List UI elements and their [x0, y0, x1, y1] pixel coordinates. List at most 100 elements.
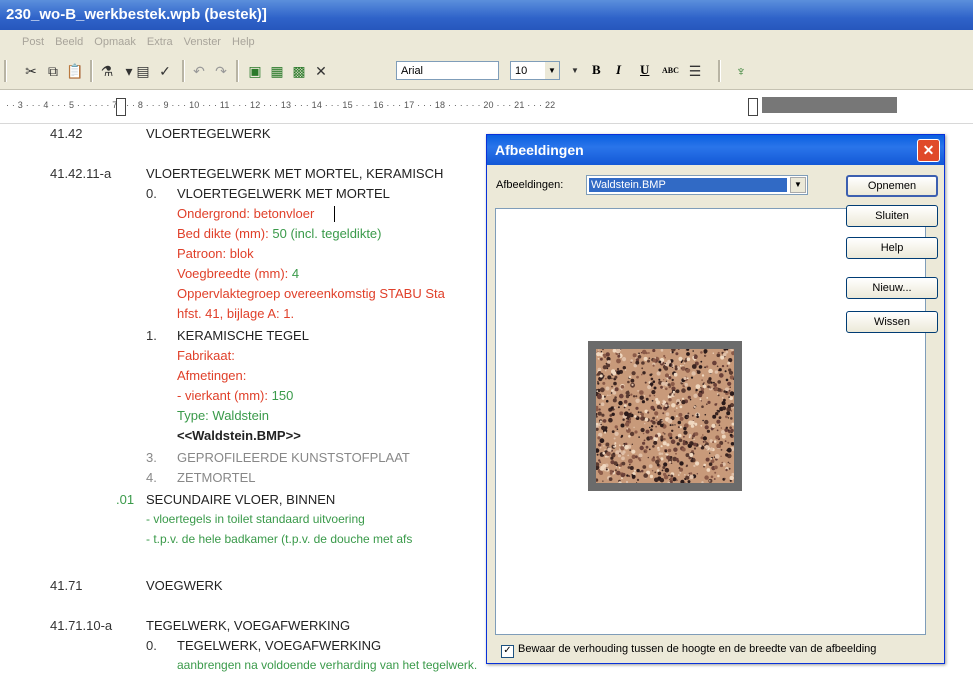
menu-opmaak[interactable]: Opmaak [94, 36, 136, 48]
abc-button[interactable]: ABC [662, 66, 679, 75]
section-number: 41.42 [50, 126, 83, 141]
window-title: 230_wo-B_werkbestek.wpb (bestek)] [6, 6, 267, 23]
toolbar-separator [182, 60, 185, 82]
section-heading: VOEGWERK [146, 578, 223, 593]
ruler-margin [762, 97, 897, 113]
bullet-list-icon[interactable]: ☰ [686, 61, 704, 81]
image-preview [495, 208, 926, 635]
spec-line: hfst. 41, bijlage A: 1. [177, 306, 295, 321]
document-icon[interactable]: ▤ [134, 61, 152, 81]
undo-icon[interactable]: ↶ [190, 61, 208, 81]
toolbar-separator [90, 60, 93, 82]
spec-line: Type: Waldstein [177, 408, 270, 423]
images-dialog: Afbeeldingen ✕ Afbeeldingen: Waldstein.B… [486, 134, 945, 664]
chevron-down-icon: ▼ [545, 62, 559, 79]
redo-icon[interactable]: ↷ [212, 61, 230, 81]
help-button[interactable]: Help [846, 237, 938, 259]
format-painter-icon[interactable]: ⚗ [98, 61, 116, 81]
spec-line: aanbrengen na voldoende verharding van h… [177, 658, 478, 672]
section-number: 41.71 [50, 578, 83, 593]
delete-icon[interactable]: ✕ [312, 61, 330, 81]
spellcheck-icon[interactable]: ✓ [156, 61, 174, 81]
spec-line: Bed dikte (mm): 50 (incl. tegeldikte) [177, 226, 382, 241]
spec-key: Voegbreedte (mm): [177, 266, 289, 281]
toolbar-separator [718, 60, 721, 82]
item-number: 1. [146, 328, 157, 343]
section-heading: VLOERTEGELWERK [146, 126, 271, 141]
spec-line: Voegbreedte (mm): 4 [177, 266, 299, 281]
italic-button[interactable]: I [616, 62, 621, 78]
item-heading: KERAMISCHE TEGEL [177, 328, 309, 343]
chevron-down-icon[interactable]: ▼ [566, 61, 584, 81]
font-name: Arial [401, 65, 424, 77]
nieuw-button[interactable]: Nieuw... [846, 277, 938, 299]
variant-heading: SECUNDAIRE VLOER, BINNEN [146, 492, 336, 507]
menu-help[interactable]: Help [232, 36, 255, 48]
cut-icon[interactable]: ✂ [22, 61, 40, 81]
selected-image: Waldstein.BMP [589, 178, 787, 192]
underline-button[interactable]: U [640, 62, 649, 78]
menu-venster[interactable]: Venster [184, 36, 221, 48]
bold-button[interactable]: B [592, 62, 601, 78]
item-number: 0. [146, 186, 157, 201]
menu-bar: Post Beeld Opmaak Extra Venster Help [0, 30, 973, 54]
section-number-text: 41.42.11-a [50, 166, 112, 181]
item-heading: TEGELWERK, VOEGAFWERKING [177, 638, 382, 653]
section-heading: TEGELWERK, VOEGAFWERKING [146, 618, 351, 633]
insert-99-icon[interactable]: ▦ [268, 61, 286, 81]
spec-line: Patroon: blok [177, 246, 254, 261]
spec-value: 150 [271, 388, 294, 403]
close-icon[interactable]: ✕ [917, 139, 940, 162]
item-number: 0. [146, 638, 157, 653]
images-label: Afbeeldingen: [496, 179, 564, 191]
pin-icon[interactable]: ♆ [732, 61, 750, 81]
images-select[interactable]: Waldstein.BMP ▼ [586, 175, 808, 195]
sluiten-button[interactable]: Sluiten [846, 205, 938, 227]
variant-line: - t.p.v. de hele badkamer (t.p.v. de dou… [146, 532, 413, 546]
toolbar: ✂ ⧉ 📋 ⚗ ▾ ▤ ✓ ↶ ↷ ▣ ▦ ▩ ✕ Arial 10 ▼ ▼ B … [0, 54, 973, 90]
toolbar-grip [4, 60, 7, 82]
menu-post[interactable]: Post [22, 36, 44, 48]
font-size-select[interactable]: 10 ▼ [510, 61, 560, 80]
variant-number: .01 [116, 492, 135, 507]
item-heading: GEPROFILEERDE KUNSTSTOFPLAAT [177, 450, 410, 465]
item-number: 4. [146, 470, 157, 485]
menu-beeld[interactable]: Beeld [55, 36, 83, 48]
dialog-title-bar: Afbeeldingen [487, 135, 944, 165]
image-reference: <<Waldstein.BMP>> [177, 428, 301, 443]
item-heading: ZETMORTEL [177, 470, 256, 485]
chevron-down-icon[interactable]: ▼ [790, 177, 806, 193]
dialog-title: Afbeeldingen [495, 142, 584, 158]
toolbar-separator [236, 60, 239, 82]
insert-block-icon[interactable]: ▣ [246, 61, 264, 81]
wissen-button[interactable]: Wissen [846, 311, 938, 333]
spec-line: Ondergrond: betonvloer [177, 206, 315, 221]
window-title-bar: 230_wo-B_werkbestek.wpb (bestek)] [0, 0, 973, 30]
font-size: 10 [515, 65, 528, 77]
spec-line: Afmetingen: [177, 368, 247, 383]
item-heading: VLOERTEGELWERK MET MORTEL [177, 186, 390, 201]
ruler[interactable]: · · 3 · · · 4 · · · 5 · · · · · · 7 · · … [0, 91, 973, 124]
keep-ratio-checkbox[interactable]: ✓ [501, 645, 514, 658]
text-cursor [334, 206, 335, 222]
section-number: 41.71.10-a [50, 618, 113, 633]
section-number: 41.42.11-a [50, 166, 111, 181]
spec-key: Bed dikte (mm): [177, 226, 269, 241]
paste-icon[interactable]: 📋 [66, 61, 84, 81]
copy-icon[interactable]: ⧉ [44, 61, 62, 81]
indent-marker[interactable] [116, 98, 126, 116]
spec-key: - vierkant (mm): [177, 388, 268, 403]
image-thumbnail [588, 341, 742, 491]
menu-extra[interactable]: Extra [147, 36, 173, 48]
spec-value: 4 [291, 266, 300, 281]
opnemen-button[interactable]: Opnemen [846, 175, 938, 197]
spec-line: Fabrikaat: [177, 348, 235, 363]
granite-tile-image [596, 349, 734, 483]
spec-line: - vierkant (mm): 150 [177, 388, 293, 403]
variant-line: - vloertegels in toilet standaard uitvoe… [146, 512, 365, 526]
section-heading: VLOERTEGELWERK MET MORTEL, KERAMISCH [146, 166, 444, 181]
font-select[interactable]: Arial [396, 61, 499, 80]
right-margin-marker[interactable] [748, 98, 758, 116]
spec-value: 50 (incl. tegeldikte) [272, 226, 382, 241]
insert-01-icon[interactable]: ▩ [290, 61, 308, 81]
